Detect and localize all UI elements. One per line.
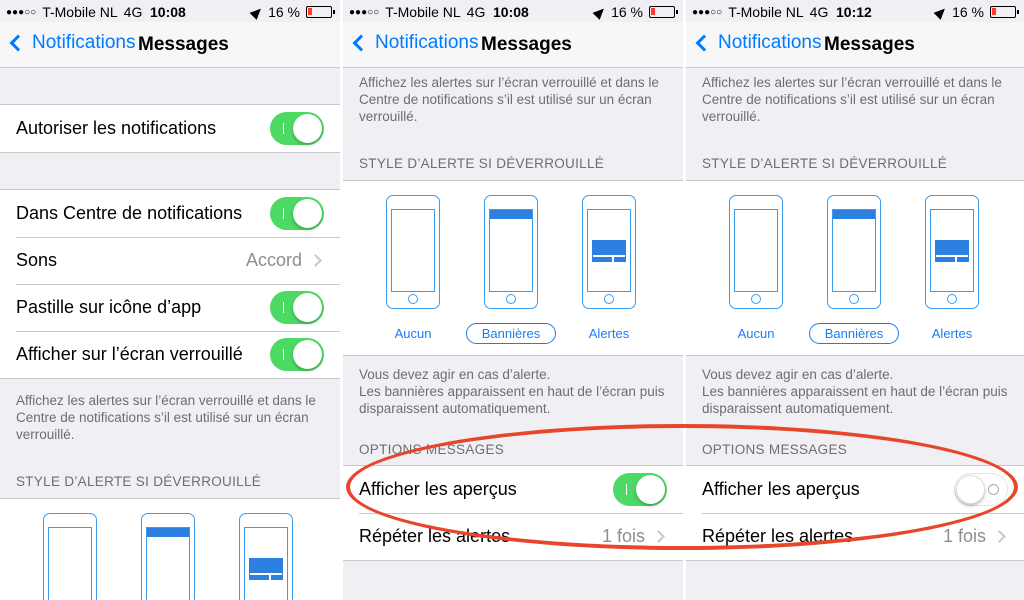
sounds-row[interactable]: Sons Accord (0, 237, 340, 284)
notification-center-row[interactable]: Dans Centre de notifications (0, 190, 340, 237)
network-type: 4G (809, 4, 829, 20)
banner-footer: Vous devez agir en cas d’alerte. Les ban… (702, 367, 1008, 416)
lock-footer: Affichez les alertes sur l’écran verroui… (16, 393, 316, 442)
nav-bar: Notifications Messages (0, 22, 340, 68)
style-none-phone[interactable] (43, 513, 97, 600)
carrier: T-Mobile NL (42, 4, 118, 20)
network-type: 4G (123, 4, 143, 20)
signal-icon: ●●●○○ (692, 6, 723, 18)
clock: 10:08 (493, 4, 529, 20)
back-button[interactable]: Notifications (694, 32, 822, 54)
notification-center-switch[interactable] (270, 197, 324, 230)
alert-style-header: STYLE D’ALERTE SI DÉVERROUILLÉ (702, 156, 948, 171)
previews-switch[interactable] (954, 473, 1008, 506)
battery-percent: 16 % (268, 4, 300, 20)
style-alerts-phone[interactable] (925, 195, 979, 309)
clock: 10:12 (836, 4, 872, 20)
options-header: OPTIONS MESSAGES (359, 442, 505, 457)
signal-icon: ●●●○○ (349, 6, 380, 18)
options-group: Afficher les aperçus Répéter les alertes… (343, 465, 683, 561)
allow-notifications-switch[interactable] (270, 112, 324, 145)
repeat-value: 1 fois (601, 526, 645, 546)
page-title: Messages (824, 34, 915, 55)
lock-screen-switch[interactable] (270, 338, 324, 371)
style-alerts-label[interactable]: Alertes (564, 326, 654, 341)
lock-footer: Affichez les alertes sur l’écran verroui… (702, 75, 1002, 124)
repeat-value: 1 fois (942, 526, 986, 546)
options-group: Afficher les aperçus Répéter les alertes… (686, 465, 1024, 561)
chevron-right-icon (652, 530, 665, 543)
style-alerts-label[interactable]: Alertes (907, 326, 997, 341)
panel-1: ●●●○○ T-Mobile NL 4G 10:08 16 % Notificati… (0, 0, 340, 600)
badge-row[interactable]: Pastille sur icône d’app (0, 284, 340, 331)
alert-style-picker: Aucun Bannières Alertes (686, 180, 1024, 356)
lock-footer: Affichez les alertes sur l’écran verroui… (359, 75, 659, 124)
back-button[interactable]: Notifications (351, 32, 479, 54)
style-banners-label[interactable]: Bannières (466, 323, 556, 344)
chevron-left-icon (9, 34, 27, 52)
alert-style-header: STYLE D’ALERTE SI DÉVERROUILLÉ (16, 474, 262, 489)
battery-icon (306, 6, 335, 18)
status-bar: ●●●○○ T-Mobile NL 4G 10:12 16 % (686, 0, 1024, 22)
options-header: OPTIONS MESSAGES (702, 442, 848, 457)
network-type: 4G (466, 4, 486, 20)
previews-row[interactable]: Afficher les aperçus (686, 466, 1024, 513)
alert-style-picker (0, 498, 340, 600)
style-banners-label[interactable]: Bannières (809, 323, 899, 344)
style-banners-phone[interactable] (827, 195, 881, 309)
location-icon (933, 4, 949, 20)
sounds-value: Accord (245, 250, 302, 270)
status-bar: ●●●○○ T-Mobile NL 4G 10:08 16 % (343, 0, 683, 22)
location-icon (592, 4, 608, 20)
allow-notifications-row[interactable]: Autoriser les notifications (0, 105, 340, 152)
nav-bar: Notifications Messages (343, 22, 683, 68)
battery-percent: 16 % (611, 4, 643, 20)
chevron-left-icon (695, 34, 713, 52)
status-bar: ●●●○○ T-Mobile NL 4G 10:08 16 % (0, 0, 340, 22)
style-none-label[interactable]: Aucun (711, 326, 801, 341)
alert-style-header: STYLE D’ALERTE SI DÉVERROUILLÉ (359, 156, 605, 171)
nav-bar: Notifications Messages (686, 22, 1024, 68)
battery-icon (990, 6, 1019, 18)
style-none-phone[interactable] (729, 195, 783, 309)
repeat-alerts-row[interactable]: Répéter les alertes 1 fois (343, 513, 683, 560)
signal-icon: ●●●○○ (6, 6, 37, 18)
panel-2: ●●●○○ T-Mobile NL 4G 10:08 16 % Notificati… (343, 0, 683, 600)
style-alerts-phone[interactable] (582, 195, 636, 309)
back-button[interactable]: Notifications (8, 32, 136, 54)
style-none-label[interactable]: Aucun (368, 326, 458, 341)
panel-3: ●●●○○ T-Mobile NL 4G 10:12 16 % Notificati… (686, 0, 1024, 600)
badge-switch[interactable] (270, 291, 324, 324)
chevron-left-icon (352, 34, 370, 52)
carrier: T-Mobile NL (385, 4, 461, 20)
style-banners-phone[interactable] (141, 513, 195, 600)
previews-row[interactable]: Afficher les aperçus (343, 466, 683, 513)
alert-style-picker: Aucun Bannières Alertes (343, 180, 683, 356)
settings-group: Dans Centre de notifications Sons Accord… (0, 189, 340, 379)
chevron-right-icon (309, 254, 322, 267)
battery-icon (649, 6, 678, 18)
repeat-alerts-row[interactable]: Répéter les alertes 1 fois (686, 513, 1024, 560)
page-title: Messages (138, 34, 229, 55)
style-alerts-phone[interactable] (239, 513, 293, 600)
chevron-right-icon (993, 530, 1006, 543)
location-icon (249, 4, 265, 20)
previews-switch[interactable] (613, 473, 667, 506)
page-title: Messages (481, 34, 572, 55)
allow-group: Autoriser les notifications (0, 104, 340, 153)
style-banners-phone[interactable] (484, 195, 538, 309)
style-none-phone[interactable] (386, 195, 440, 309)
battery-percent: 16 % (952, 4, 984, 20)
carrier: T-Mobile NL (728, 4, 804, 20)
banner-footer: Vous devez agir en cas d’alerte. Les ban… (359, 367, 665, 416)
lock-screen-row[interactable]: Afficher sur l’écran verrouillé (0, 331, 340, 378)
clock: 10:08 (150, 4, 186, 20)
